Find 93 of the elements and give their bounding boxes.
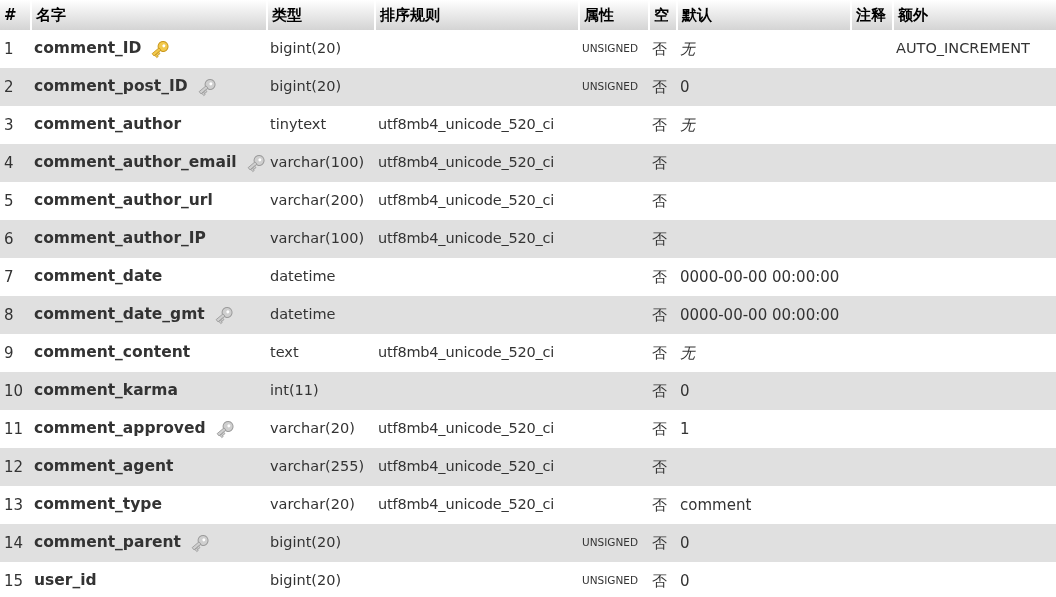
null-value: 否 (652, 456, 667, 478)
field-name: comment_author_IP (34, 228, 206, 250)
row-number: 2 (4, 76, 14, 98)
collation: utf8mb4_unicode_520_ci (378, 419, 555, 439)
field-type: bigint(20) (270, 77, 342, 97)
row-number: 1 (4, 38, 14, 60)
null-value: 否 (652, 38, 667, 60)
collation: utf8mb4_unicode_520_ci (378, 191, 555, 211)
field-name: user_id (34, 570, 97, 592)
row-number: 11 (4, 418, 24, 440)
default-value: 1 (680, 418, 690, 440)
field-name: comment_karma (34, 380, 178, 402)
column-header: 属性 (584, 4, 614, 26)
row-number: 9 (4, 342, 14, 364)
collation: utf8mb4_unicode_520_ci (378, 495, 555, 515)
attributes: UNSIGNED (582, 573, 638, 589)
field-name: comment_content (34, 342, 191, 364)
default-value: 0000-00-00 00:00:00 (680, 304, 840, 326)
null-value: 否 (652, 266, 667, 288)
field-name: comment_date (34, 266, 163, 288)
null-value: 否 (652, 114, 667, 136)
default-value: 无 (680, 114, 695, 136)
default-value: 无 (680, 38, 695, 60)
field-type: bigint(20) (270, 571, 342, 591)
field-name: comment_approved (34, 418, 206, 440)
field-type: varchar(100) (270, 229, 365, 249)
null-value: 否 (652, 494, 667, 516)
null-value: 否 (652, 152, 667, 174)
attributes: UNSIGNED (582, 41, 638, 57)
collation: utf8mb4_unicode_520_ci (378, 457, 555, 477)
field-name: comment_ID (34, 38, 142, 60)
row-number: 3 (4, 114, 14, 136)
column-header: 默认 (682, 4, 712, 26)
field-type: varchar(200) (270, 191, 365, 211)
column-header: 注释 (856, 4, 886, 26)
null-value: 否 (652, 304, 667, 326)
column-header: 排序规则 (380, 4, 440, 26)
column-header: 类型 (272, 4, 302, 26)
null-value: 否 (652, 380, 667, 402)
null-value: 否 (652, 418, 667, 440)
row-number: 10 (4, 380, 24, 402)
row-number: 12 (4, 456, 24, 478)
field-type: datetime (270, 305, 336, 325)
null-value: 否 (652, 76, 667, 98)
row-number: 6 (4, 228, 14, 250)
extra: AUTO_INCREMENT (896, 39, 1030, 59)
null-value: 否 (652, 570, 667, 592)
field-name: comment_type (34, 494, 162, 516)
collation: utf8mb4_unicode_520_ci (378, 115, 555, 135)
field-name: comment_post_ID (34, 76, 188, 98)
column-header: # (4, 4, 17, 26)
null-value: 否 (652, 190, 667, 212)
default-value: 0 (680, 570, 690, 592)
field-type: varchar(20) (270, 419, 355, 439)
column-header: 名字 (36, 4, 66, 26)
field-name: comment_agent (34, 456, 174, 478)
field-type: bigint(20) (270, 39, 342, 59)
field-name: comment_date_gmt (34, 304, 205, 326)
field-name: comment_author (34, 114, 182, 136)
row-number: 7 (4, 266, 14, 288)
attributes: UNSIGNED (582, 79, 638, 95)
field-type: varchar(100) (270, 153, 365, 173)
default-value: 0 (680, 532, 690, 554)
column-header: 空 (654, 4, 669, 26)
field-type: datetime (270, 267, 336, 287)
null-value: 否 (652, 228, 667, 250)
field-name: comment_parent (34, 532, 181, 554)
field-name: comment_author_url (34, 190, 213, 212)
default-value: 0000-00-00 00:00:00 (680, 266, 840, 288)
collation: utf8mb4_unicode_520_ci (378, 153, 555, 173)
default-value: comment (680, 494, 752, 516)
field-type: int(11) (270, 381, 319, 401)
default-value: 无 (680, 342, 695, 364)
field-name: comment_author_email (34, 152, 237, 174)
row-number: 4 (4, 152, 14, 174)
null-value: 否 (652, 342, 667, 364)
row-number: 15 (4, 570, 24, 592)
attributes: UNSIGNED (582, 535, 638, 551)
collation: utf8mb4_unicode_520_ci (378, 343, 555, 363)
default-value: 0 (680, 380, 690, 402)
null-value: 否 (652, 532, 667, 554)
row-number: 8 (4, 304, 14, 326)
field-type: tinytext (270, 115, 327, 135)
field-type: bigint(20) (270, 533, 342, 553)
row-number: 14 (4, 532, 24, 554)
field-type: text (270, 343, 299, 363)
column-header: 额外 (898, 4, 928, 26)
default-value: 0 (680, 76, 690, 98)
field-type: varchar(255) (270, 457, 365, 477)
row-number: 13 (4, 494, 24, 516)
field-type: varchar(20) (270, 495, 355, 515)
collation: utf8mb4_unicode_520_ci (378, 229, 555, 249)
row-number: 5 (4, 190, 14, 212)
